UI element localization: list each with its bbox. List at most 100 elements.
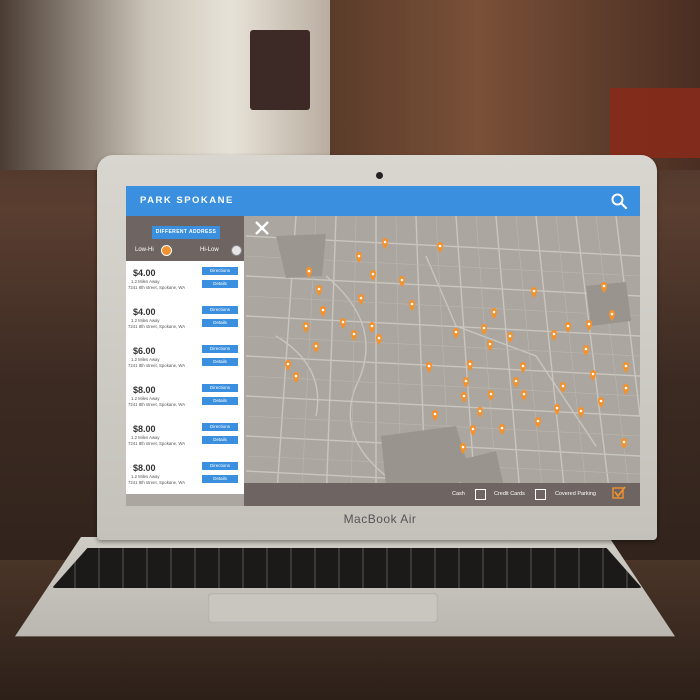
map-marker-dot	[555, 406, 559, 410]
listing-address: 7241 8th street, Spokane, WA	[128, 285, 186, 290]
map-marker-dot	[286, 362, 290, 366]
map-marker-dot	[488, 342, 492, 346]
details-button[interactable]: Details	[202, 358, 238, 366]
map-marker-dot	[514, 379, 518, 383]
sort-low-hi-radio[interactable]	[161, 245, 172, 256]
details-button[interactable]: Details	[202, 436, 238, 444]
listing-price: $6.00	[133, 346, 156, 356]
listing-distance: 1.2 Miles Away	[131, 357, 160, 362]
directions-button[interactable]: Directions	[202, 345, 238, 353]
listing-address: 7241 8th street, Spokane, WA	[128, 363, 186, 368]
map-marker-dot	[307, 269, 311, 273]
listing-distance: 1.2 Miles Away	[131, 474, 160, 479]
map-marker-dot	[454, 330, 458, 334]
map-marker-dot	[321, 308, 325, 312]
listing-address: 7241 8th street, Spokane, WA	[128, 480, 186, 485]
map-marker-dot	[624, 386, 628, 390]
map-marker-dot	[438, 244, 442, 248]
directions-button[interactable]: Directions	[202, 306, 238, 314]
map-marker-dot	[433, 412, 437, 416]
different-address-button[interactable]: DIFFERENT ADDRESS	[152, 226, 220, 239]
listing-item: $8.00 1.2 Miles Away 7241 8th street, Sp…	[126, 421, 244, 459]
listing-price: $8.00	[133, 385, 156, 395]
map-marker-dot	[341, 320, 345, 324]
listing-price: $8.00	[133, 424, 156, 434]
directions-button[interactable]: Directions	[202, 267, 238, 275]
map-marker-dot	[462, 394, 466, 398]
map-marker-dot	[482, 326, 486, 330]
map-marker-dot	[383, 240, 387, 244]
app-header: PARK SPOKANE	[126, 186, 640, 216]
details-button[interactable]: Details	[202, 475, 238, 483]
app-screen: PARK SPOKANE DIFFERENT ADDRESS Low-Hi Hi…	[126, 186, 640, 506]
map-marker-dot	[566, 324, 570, 328]
map-marker-dot	[371, 272, 375, 276]
filter-credit-checkbox[interactable]	[535, 489, 546, 500]
map-marker-dot	[317, 287, 321, 291]
map-marker-dot	[304, 324, 308, 328]
search-icon[interactable]	[610, 192, 628, 210]
map-marker-dot	[370, 324, 374, 328]
map-marker-dot	[464, 379, 468, 383]
map-marker-dot	[377, 336, 381, 340]
listing-item: $6.00 1.2 Miles Away 7241 8th street, Sp…	[126, 343, 244, 381]
listing-address: 7241 8th street, Spokane, WA	[128, 402, 186, 407]
sort-hi-low-label: Hi-Low	[200, 247, 219, 253]
details-button[interactable]: Details	[202, 319, 238, 327]
map-marker-dot	[584, 347, 588, 351]
map-marker-dot	[591, 372, 595, 376]
map-marker-dot	[359, 296, 363, 300]
results-panel: DIFFERENT ADDRESS Low-Hi Hi-Low $4.00 1.…	[126, 216, 244, 494]
sort-low-hi-label: Low-Hi	[135, 247, 154, 253]
map-marker-dot	[521, 364, 525, 368]
map-marker-dot	[624, 364, 628, 368]
listing-distance: 1.2 Miles Away	[131, 318, 160, 323]
directions-button[interactable]: Directions	[202, 384, 238, 392]
filter-credit-label: Credit Cards	[494, 491, 525, 497]
keyboard	[52, 548, 642, 588]
map-marker-dot	[552, 332, 556, 336]
listing-distance: 1.2 Miles Away	[131, 435, 160, 440]
listing-address: 7241 8th street, Spokane, WA	[128, 324, 186, 329]
map-marker-dot	[314, 344, 318, 348]
directions-button[interactable]: Directions	[202, 423, 238, 431]
map-marker-dot	[522, 392, 526, 396]
listing-price: $8.00	[133, 463, 156, 473]
map-marker-dot	[579, 409, 583, 413]
directions-button[interactable]: Directions	[202, 462, 238, 470]
map-marker-dot	[587, 322, 591, 326]
listing-price: $4.00	[133, 307, 156, 317]
listing-item: $4.00 1.2 Miles Away 7241 8th street, Sp…	[126, 304, 244, 342]
map-marker-dot	[602, 284, 606, 288]
map-marker-dot	[461, 445, 465, 449]
filter-covered-checkbox[interactable]	[612, 486, 626, 499]
listing-item: $4.00 1.2 Miles Away 7241 8th street, Sp…	[126, 265, 244, 303]
sort-hi-low-radio[interactable]	[231, 245, 242, 256]
panel-header: DIFFERENT ADDRESS Low-Hi Hi-Low	[126, 216, 244, 261]
filter-cash-label: Cash	[452, 491, 465, 497]
trackpad	[208, 593, 438, 623]
map-marker-dot	[489, 392, 493, 396]
filter-bar: Cash Credit Cards Covered Parking	[244, 483, 640, 506]
map-marker-dot	[599, 399, 603, 403]
details-button[interactable]: Details	[202, 397, 238, 405]
details-button[interactable]: Details	[202, 280, 238, 288]
background-red-object	[610, 88, 700, 158]
map-marker-dot	[561, 384, 565, 388]
map-marker-dot	[536, 419, 540, 423]
close-icon[interactable]	[254, 220, 270, 236]
map-marker-dot	[471, 427, 475, 431]
filter-covered-label: Covered Parking	[555, 491, 596, 497]
map-marker-dot	[410, 302, 414, 306]
map-marker-dot	[622, 440, 626, 444]
listing-address: 7241 8th street, Spokane, WA	[128, 441, 186, 446]
map-marker-dot	[294, 374, 298, 378]
listing-distance: 1.2 Miles Away	[131, 279, 160, 284]
map-marker-dot	[400, 278, 404, 282]
map-marker-dot	[357, 254, 361, 258]
listing-distance: 1.2 Miles Away	[131, 396, 160, 401]
background-chair	[250, 30, 310, 110]
listing-item: $8.00 1.2 Miles Away 7241 8th street, Sp…	[126, 460, 244, 498]
filter-cash-checkbox[interactable]	[475, 489, 486, 500]
map-marker-dot	[492, 310, 496, 314]
